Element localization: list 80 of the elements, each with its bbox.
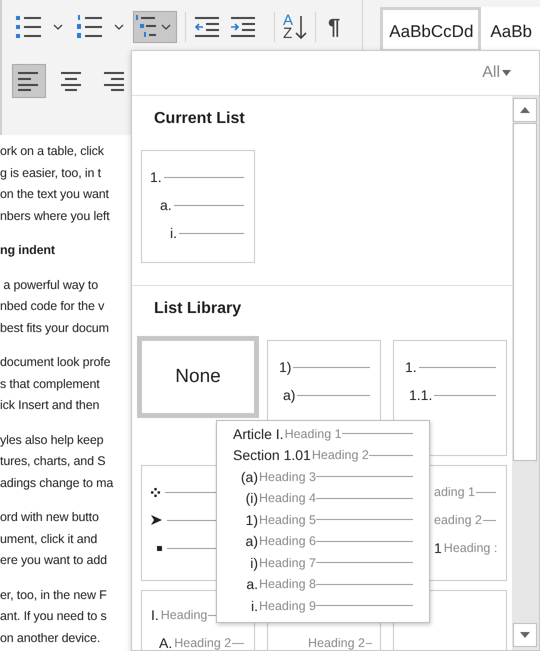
heading-label: Heading 9 <box>259 598 316 613</box>
heading-label: Heading 7 <box>259 556 316 570</box>
body-text: adings change to ma <box>0 474 114 492</box>
list-marker: a. <box>160 197 172 213</box>
body-text: ere you want to add <box>0 552 107 569</box>
section-title: List Library <box>153 299 242 319</box>
multilevel-list-button[interactable] <box>133 11 178 43</box>
align-left-button[interactable] <box>12 64 46 98</box>
body-text: ument, click it and <box>0 530 98 548</box>
body-text: on the text you want <box>0 186 109 203</box>
body-text: a powerful way to <box>2 276 98 294</box>
heading-label: Heading : <box>444 541 498 555</box>
list-marker: i. <box>170 225 177 241</box>
square-bullet-icon <box>157 546 162 550</box>
show-formatting-button[interactable]: ¶ <box>324 14 348 40</box>
list-marker: 1. <box>405 359 417 375</box>
body-text: nbers where you left <box>0 208 110 225</box>
body-text: er, too, in the new F <box>0 586 107 604</box>
list-marker: (a) <box>240 468 258 485</box>
caret-down-icon <box>502 70 511 76</box>
heading-label: Heading 5 <box>259 512 316 527</box>
body-text: ick Insert and then <box>0 397 100 414</box>
body-text: s that complement <box>0 376 100 393</box>
style-preview[interactable]: AaBb <box>481 7 540 52</box>
numbered-list-icon[interactable] <box>76 14 104 40</box>
scrollbar-thumb[interactable] <box>513 123 537 461</box>
heading-label: Heading <box>160 608 208 622</box>
scroll-down-button[interactable] <box>513 623 537 647</box>
body-text: nbed code for the v <box>0 298 104 315</box>
list-marker: 1.1. <box>409 387 432 403</box>
list-marker: a) <box>244 533 258 550</box>
down-triangle-icon <box>520 632 530 638</box>
heading-label: Heading 6 <box>259 534 316 548</box>
list-marker: a) <box>283 387 296 403</box>
list-marker: i) <box>249 554 258 571</box>
heading-label: ading 1 <box>434 485 476 499</box>
list-marker: 1) <box>244 512 258 528</box>
heading-label: Heading 2 <box>174 636 232 650</box>
arrowhead-bullet-icon <box>151 515 162 525</box>
align-center-icon <box>60 71 82 91</box>
list-marker: (i) <box>244 490 258 506</box>
body-text: ork on a table, click <box>0 143 104 160</box>
none-label: None <box>175 366 221 388</box>
list-marker: a. <box>245 576 258 592</box>
diamond-bullet-icon <box>151 488 160 496</box>
list-style-tile[interactable]: 1. a. i. <box>141 150 255 263</box>
heading-label: Heading 4 <box>259 491 316 506</box>
increase-indent-icon[interactable] <box>230 15 256 39</box>
align-right-icon <box>102 71 124 91</box>
heading-label: Heading 2 <box>308 636 365 650</box>
list-marker: 1 <box>434 540 442 556</box>
style-preview[interactable]: AaBbCcDd <box>380 7 482 52</box>
body-text: on another device. <box>0 630 100 646</box>
body-text: yles also help keep <box>0 432 104 449</box>
list-marker: i. <box>250 598 258 614</box>
list-marker: 1) <box>279 359 292 375</box>
filter-dropdown[interactable]: All <box>482 64 511 82</box>
list-marker: I. <box>151 607 159 623</box>
heading-label: Heading 8 <box>259 577 316 592</box>
heading-label: eading 2 <box>434 513 482 527</box>
scroll-up-button[interactable] <box>513 98 537 122</box>
body-text: ant. If you need to s <box>0 608 107 625</box>
body-text: document look profe <box>0 354 110 371</box>
heading-label: Heading 1 <box>284 426 342 441</box>
sort-button[interactable]: A Z <box>283 14 308 40</box>
bullet-list-icon[interactable] <box>15 14 43 40</box>
section-title: Current List <box>153 109 246 129</box>
chevron-down-icon[interactable] <box>53 24 63 30</box>
body-text: best fits your docum <box>0 320 109 337</box>
align-left-icon <box>18 71 40 91</box>
chevron-down-icon[interactable] <box>114 24 124 30</box>
body-text: ord with new butto <box>0 509 99 526</box>
list-marker: A. <box>159 635 172 650</box>
body-text: tures, charts, and S <box>0 453 106 470</box>
decrease-indent-icon[interactable] <box>194 15 220 39</box>
list-marker: 1. <box>150 169 162 185</box>
heading-text: ng indent <box>0 242 55 259</box>
up-triangle-icon <box>520 107 530 113</box>
body-text: g is easier, too, in t <box>0 164 101 182</box>
heading-label: Heading 3 <box>259 470 316 484</box>
